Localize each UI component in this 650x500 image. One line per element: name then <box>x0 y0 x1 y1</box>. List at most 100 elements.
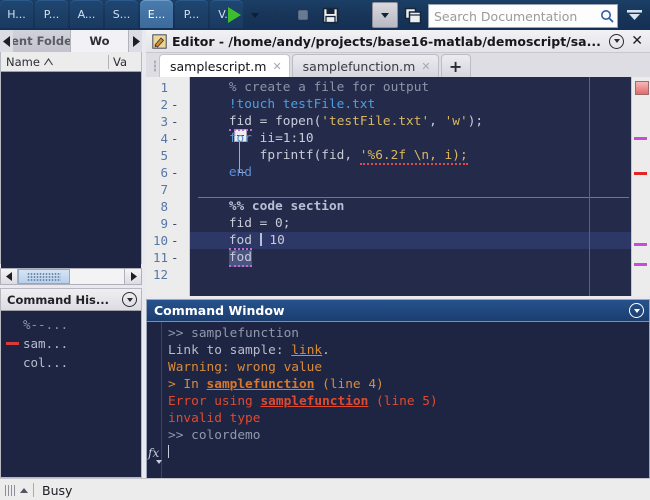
list-item[interactable]: col... <box>1 353 141 372</box>
code-line[interactable]: fod <box>190 249 631 267</box>
history-entry-text: sam... <box>23 336 69 351</box>
output-link[interactable]: samplefunction <box>207 377 315 392</box>
layout-dropdown-button[interactable] <box>372 2 398 28</box>
triangle-left-icon <box>5 272 12 281</box>
line-number: 5 <box>160 148 168 163</box>
command-window-output[interactable]: >> samplefunction Link to sample: link. … <box>162 322 649 478</box>
tab-samplefunction[interactable]: samplefunction.m ✕ <box>291 54 439 77</box>
run-and-advance-button[interactable] <box>264 3 288 27</box>
code-line[interactable] <box>190 266 631 283</box>
resize-grip-icon[interactable] <box>5 484 17 496</box>
scroll-thumb[interactable] <box>18 269 70 284</box>
run-dropdown-button[interactable] <box>249 3 261 27</box>
code-line[interactable]: for ii=1:10 <box>190 130 631 147</box>
save-button[interactable] <box>318 3 342 27</box>
new-tab-button[interactable]: + <box>440 54 471 77</box>
copy-icon <box>404 7 422 24</box>
command-window-body[interactable]: fx >> samplefunction Link to sample: lin… <box>147 322 649 478</box>
close-icon[interactable]: ✕ <box>629 33 645 49</box>
tab-samplescript[interactable]: samplescript.m ✕ <box>159 54 290 77</box>
code-line[interactable]: fid = fopen('testFile.txt', 'w'); <box>190 113 631 131</box>
left-tabs-scroll-right-button[interactable] <box>129 30 142 52</box>
workspace-horizontal-scrollbar[interactable] <box>0 268 142 285</box>
breakpoint-slot[interactable] <box>171 266 189 283</box>
breakpoint-slot[interactable]: - <box>171 249 189 266</box>
triangle-up-icon[interactable] <box>20 487 28 493</box>
line-number: 4 <box>160 131 168 146</box>
tab-label: rent Folder <box>13 34 70 48</box>
run-button[interactable] <box>222 3 246 27</box>
code-line-section[interactable]: %% code section <box>190 197 631 215</box>
undo-button[interactable] <box>345 3 369 27</box>
search-input[interactable]: Search Documentation <box>429 9 597 24</box>
output-line: >> colordemo <box>168 428 261 443</box>
breakpoint-slot[interactable]: - <box>171 232 189 249</box>
code-line[interactable]: fprintf(fid, '%6.2f \n, i); <box>190 147 631 165</box>
close-icon[interactable]: ✕ <box>272 60 281 73</box>
search-documentation-box[interactable]: Search Documentation <box>428 4 618 28</box>
analyzer-mark-warning[interactable] <box>634 243 647 246</box>
breakpoint-slot[interactable]: - <box>171 215 189 232</box>
code-line-current[interactable]: fod 10 <box>190 232 631 250</box>
toolstrip-tab-plots[interactable]: P... <box>35 0 68 28</box>
scroll-right-button[interactable] <box>124 269 141 284</box>
toolstrip-tab-apps[interactable]: A... <box>70 0 103 28</box>
copy-windows-button[interactable] <box>401 3 425 27</box>
editor-code-area[interactable]: 1 2 3 4 5 6 7 8 9 10 11 12 - - - - - - -… <box>146 77 650 296</box>
code-analyzer-status-box[interactable] <box>635 81 649 95</box>
command-input-line[interactable] <box>168 444 649 461</box>
stop-button[interactable] <box>291 3 315 27</box>
list-item[interactable]: %--... <box>1 315 141 334</box>
output-link[interactable]: link <box>291 343 322 358</box>
chevron-down-icon[interactable] <box>156 460 162 464</box>
line-number-gutter: 1 2 3 4 5 6 7 8 9 10 11 12 <box>146 77 168 296</box>
output-link[interactable]: samplefunction <box>260 394 368 409</box>
toolstrip-tab-home[interactable]: H... <box>0 0 33 28</box>
history-entry-text: col... <box>23 355 69 370</box>
list-item[interactable]: sam... <box>1 334 141 353</box>
toolstrip-tab-editor[interactable]: E... <box>140 0 173 28</box>
breakpoint-slot[interactable] <box>171 198 189 215</box>
circle-chevron-down-icon[interactable] <box>122 292 137 307</box>
code-line[interactable]: end <box>190 164 631 181</box>
scroll-left-button[interactable] <box>1 269 18 284</box>
status-divider <box>33 483 34 497</box>
code-line[interactable]: !touch testFile.txt <box>190 96 631 113</box>
code-text[interactable]: % create a file for output !touch testFi… <box>190 77 631 296</box>
tab-bar-drag-handle[interactable] <box>150 55 159 77</box>
tab-label: samplescript.m <box>170 58 267 74</box>
toolstrip-tab-label: E... <box>147 7 166 21</box>
breakpoint-slot[interactable] <box>171 79 189 96</box>
line-number: 9 <box>160 216 168 231</box>
breakpoint-slot[interactable] <box>171 147 189 164</box>
toolstrip-minimize-button[interactable] <box>624 5 644 25</box>
command-window: Command Window fx >> samplefunction Link… <box>146 299 650 478</box>
toolstrip-tab-shortcuts[interactable]: S... <box>105 0 138 28</box>
left-tabs-scroll-left-button[interactable] <box>0 30 13 52</box>
fx-label[interactable]: fx <box>148 446 159 460</box>
tab-workspace[interactable]: Wo <box>71 30 129 52</box>
analyzer-mark-warning[interactable] <box>634 137 647 140</box>
breakpoint-slot[interactable] <box>171 181 189 198</box>
breakpoint-slot[interactable]: - <box>171 113 189 130</box>
editor-overview-ruler[interactable] <box>631 77 650 296</box>
code-line[interactable]: % create a file for output <box>190 79 631 96</box>
code-line[interactable]: fid = 0; <box>190 215 631 232</box>
scroll-track[interactable] <box>18 269 124 284</box>
breakpoint-slot[interactable]: - <box>171 130 189 147</box>
close-icon[interactable]: ✕ <box>421 60 430 73</box>
breakpoint-slot[interactable]: - <box>171 164 189 181</box>
analyzer-mark-warning[interactable] <box>634 263 647 266</box>
circle-chevron-down-icon[interactable] <box>629 303 644 318</box>
workspace-table-body[interactable] <box>1 72 141 283</box>
breakpoint-gutter[interactable]: - - - - - - - <box>168 77 190 296</box>
column-header-name[interactable]: Name <box>1 54 109 69</box>
command-history-list[interactable]: %--... sam... col... <box>1 311 141 372</box>
column-header-value[interactable]: Va <box>109 55 141 69</box>
tab-current-folder[interactable]: rent Folder <box>13 30 71 52</box>
breakpoint-slot[interactable]: - <box>171 96 189 113</box>
circle-chevron-down-icon[interactable] <box>609 33 625 49</box>
analyzer-mark-error[interactable] <box>634 172 647 175</box>
code-line[interactable] <box>190 181 631 198</box>
toolstrip-tab-publish[interactable]: P... <box>175 0 208 28</box>
